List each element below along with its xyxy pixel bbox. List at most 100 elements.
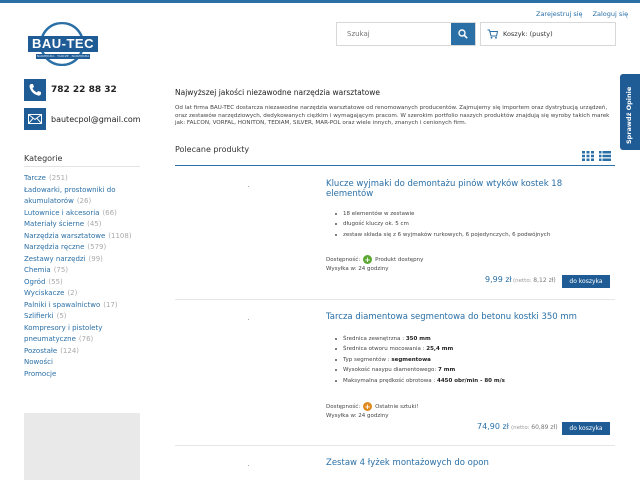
- register-link[interactable]: Zarejestruj się: [536, 10, 583, 18]
- search-button[interactable]: [451, 23, 475, 45]
- category-item[interactable]: Ogród (55): [24, 277, 148, 289]
- product-price: 9,99 zł: [485, 275, 512, 284]
- category-item[interactable]: Tarcze (251): [24, 173, 148, 185]
- netto-price: (netto: 8,12 zł): [513, 277, 556, 284]
- page-headline: Najwyższej jakości niezawodne narzędzia …: [175, 88, 381, 97]
- category-count: (579): [87, 243, 107, 251]
- intro-text: Od lat firma BAU-TEC dostarcza niezawodn…: [175, 105, 610, 127]
- category-count: (17): [103, 300, 118, 309]
- category-item[interactable]: Nowości: [24, 357, 148, 369]
- product-thumbnail[interactable]: [248, 465, 249, 466]
- featured-heading: Polecane produkty: [175, 145, 250, 154]
- category-item[interactable]: Szlifierki (5): [24, 311, 148, 323]
- category-count: (26): [76, 197, 92, 205]
- category-label: Nowości: [24, 358, 53, 366]
- logo-tagline: NARZĘDZIA · TARCZE · NARZĘDZIA: [36, 54, 90, 59]
- category-item[interactable]: Zestawy narzędzi (99): [24, 254, 148, 266]
- category-label: Narzędzia warsztatowe: [24, 231, 106, 240]
- availability-status: Ostatnie sztuki!: [375, 403, 419, 410]
- product-thumbnail[interactable]: [248, 186, 249, 187]
- product-features: 18 elementów w zestawie długość kluczy o…: [335, 209, 550, 240]
- category-count: (55): [48, 277, 63, 286]
- cart-icon: [487, 29, 498, 39]
- category-list: Tarcze (251) Ładowarki, prostowniki do ak…: [24, 173, 148, 380]
- grid-view-icon[interactable]: [582, 151, 594, 161]
- category-label: Promocje: [24, 369, 57, 378]
- sidebar-banner[interactable]: [24, 413, 140, 480]
- category-count: (75): [53, 266, 69, 274]
- netto-price: (netto: 60,89 zł): [511, 424, 558, 431]
- phone-contact: 782 22 88 32: [24, 79, 117, 101]
- feature-item: Wysokość nasypu diamentowego: 7 mm: [335, 365, 505, 375]
- reviews-tab[interactable]: Sprawdź Opinie: [620, 74, 640, 150]
- add-to-cart-button[interactable]: do koszyka: [562, 275, 610, 288]
- category-count: (2): [67, 289, 78, 297]
- availability: Dostępność: + Ostatnie sztuki!: [326, 402, 418, 411]
- add-to-cart-button[interactable]: do koszyka: [562, 422, 610, 435]
- category-label: Materiały ścierne: [24, 220, 85, 228]
- product-title[interactable]: Zestaw 4 łyżek montażowych do opon: [326, 458, 606, 468]
- categories-heading: Kategorie: [24, 154, 63, 163]
- category-label: Pozostałe: [24, 346, 58, 355]
- site-logo[interactable]: BAU-TEC NARZĘDZIA · TARCZE · NARZĘDZIA: [28, 22, 98, 70]
- category-item[interactable]: Narzędzia warsztatowe (1108): [24, 231, 148, 243]
- category-item[interactable]: Chemia (75): [24, 265, 148, 277]
- category-item[interactable]: Narzędzia ręczne (579): [24, 242, 148, 254]
- availability-status: Produkt dostępny: [375, 256, 424, 263]
- feature-item: Średnica otworu mocowania : 25,4 mm: [335, 344, 505, 354]
- search-icon: [458, 29, 468, 39]
- logo-brand: BAU-TEC: [28, 36, 98, 52]
- category-count: (251): [48, 174, 68, 182]
- category-item[interactable]: Materiały ścierne (45): [24, 219, 148, 231]
- product-card: Tarcza diamentowa segmentowa do betonu k…: [175, 299, 615, 445]
- category-label: Ładowarki, prostowniki do: [24, 185, 116, 194]
- category-item[interactable]: Wyciskacze (2): [24, 288, 148, 300]
- category-item[interactable]: Palniki i spawalnictwo (17): [24, 300, 148, 312]
- category-count: (99): [88, 254, 103, 263]
- category-label: Palniki i spawalnictwo: [24, 300, 101, 309]
- availability: Dostępność: + Produkt dostępny: [326, 255, 423, 264]
- feature-item: Maksymalna prędkość obrotowa : 4450 obr/…: [335, 376, 505, 386]
- search-input[interactable]: [337, 23, 452, 45]
- category-label: akumulatorów: [24, 197, 74, 205]
- category-item[interactable]: pneumatyczne (76): [24, 334, 148, 346]
- category-label: Narzędzia ręczne: [24, 243, 85, 251]
- login-link[interactable]: Zaloguj się: [593, 10, 629, 18]
- category-label: Lutownice i akcesoria: [24, 208, 100, 217]
- view-switcher: [582, 151, 611, 161]
- category-item[interactable]: Lutownice i akcesoria (66): [24, 208, 148, 220]
- category-item[interactable]: Promocje: [24, 369, 148, 381]
- category-count: (76): [78, 335, 94, 343]
- category-item[interactable]: Pozostałe (124): [24, 346, 148, 358]
- feature-item: Typ segmentów : segmentowa: [335, 355, 505, 365]
- category-count: (5): [56, 312, 67, 320]
- product-thumbnail[interactable]: [248, 319, 249, 320]
- shipping-time: Wysyłka w: 24 godziny: [326, 413, 389, 419]
- category-count: (66): [102, 208, 117, 217]
- list-view-icon[interactable]: [599, 151, 611, 161]
- product-price: 74,90 zł: [477, 422, 509, 431]
- category-label: Kompresory i pistolety: [24, 323, 103, 332]
- feature-item: 18 elementów w zestawie: [335, 209, 550, 219]
- category-count: (124): [60, 346, 80, 355]
- cart-label: Koszyk: (pusty): [503, 30, 553, 38]
- email-address[interactable]: bautecpol@gmail.com: [51, 115, 141, 124]
- feature-item: Średnica zewnętrzna : 350 mm: [335, 334, 505, 344]
- category-item[interactable]: Kompresory i pistolety: [24, 323, 148, 335]
- product-title[interactable]: Klucze wyjmaki do demontażu pinów wtyków…: [326, 179, 606, 199]
- product-title[interactable]: Tarcza diamentowa segmentowa do betonu k…: [326, 312, 606, 322]
- availability-label: Dostępność:: [326, 256, 361, 263]
- phone-icon: [24, 79, 46, 101]
- product-features: Średnica zewnętrzna : 350 mm Średnica ot…: [335, 334, 505, 386]
- phone-number[interactable]: 782 22 88 32: [51, 85, 117, 95]
- shipping-time: Wysyłka w: 24 godziny: [326, 266, 389, 272]
- cart-button[interactable]: Koszyk: (pusty): [480, 22, 616, 46]
- category-item[interactable]: akumulatorów (26): [24, 196, 148, 208]
- category-item[interactable]: Ładowarki, prostowniki do: [24, 185, 148, 197]
- category-label: Tarcze: [24, 174, 46, 182]
- reviews-tab-label: Sprawdź Opinie: [625, 86, 633, 144]
- email-contact: bautecpol@gmail.com: [24, 108, 141, 130]
- category-label: Ogród: [24, 277, 46, 286]
- category-label: pneumatyczne: [24, 335, 76, 343]
- product-card: Zestaw 4 łyżek montażowych do opon: [175, 445, 615, 480]
